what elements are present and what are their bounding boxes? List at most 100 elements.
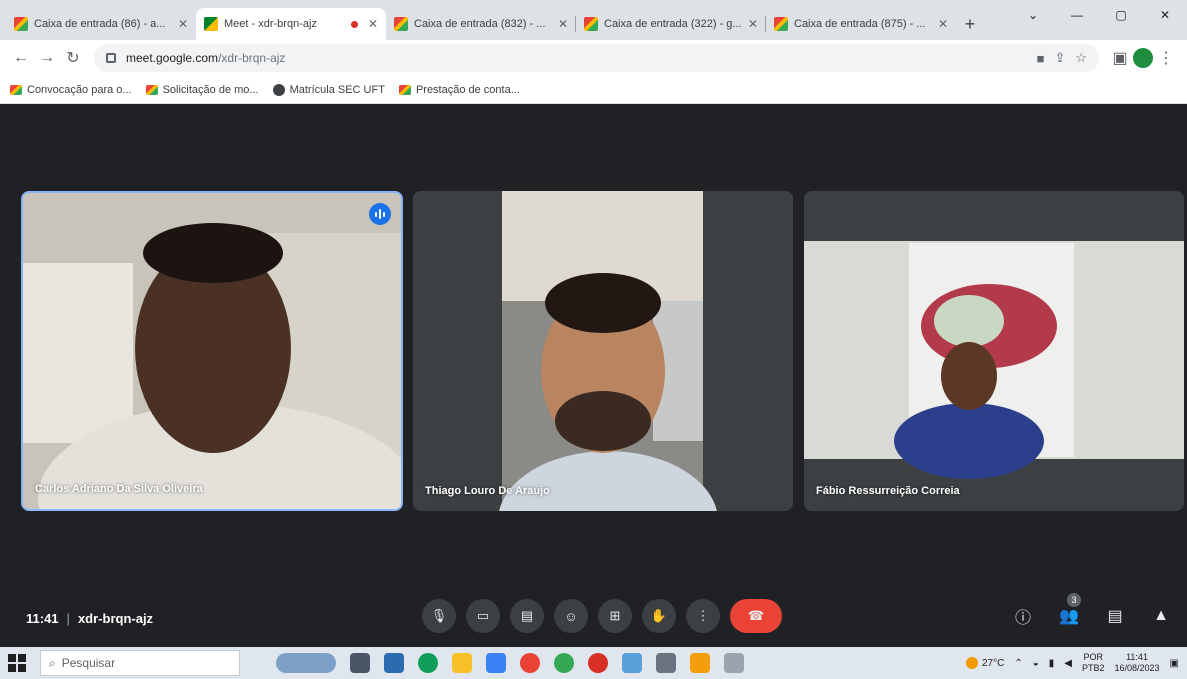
leave-call-button[interactable]: ☎ (730, 599, 782, 633)
close-icon[interactable]: ✕ (558, 17, 568, 31)
meet-icon (204, 17, 218, 31)
side-panel-icon[interactable]: ▣ (1107, 45, 1133, 71)
camera-button[interactable]: ▭ (466, 599, 500, 633)
activities-button[interactable]: ▲ (1149, 599, 1173, 633)
present-button[interactable]: ⊞ (598, 599, 632, 633)
photos-icon[interactable] (622, 653, 642, 673)
battery-icon[interactable]: ▮ (1049, 658, 1055, 669)
reload-icon[interactable]: ↻ (60, 45, 86, 71)
windows-taskbar: ⌕ Pesquisar 27°C ⌃ ◒ ▮ ◀ POR PTB2 11:41 … (0, 647, 1187, 679)
forward-icon[interactable]: → (34, 45, 60, 71)
meeting-time: 11:41 (26, 610, 59, 626)
lock-icon[interactable] (106, 53, 116, 63)
close-icon[interactable]: ✕ (178, 17, 188, 31)
participant-name: Thiago Louro De Araujo (425, 485, 550, 497)
close-icon[interactable]: ✕ (938, 17, 948, 31)
close-window-button[interactable]: ✕ (1143, 0, 1187, 30)
task-view-icon[interactable] (350, 653, 370, 673)
meeting-details-button[interactable]: ⓘ (1011, 599, 1035, 633)
address-bar[interactable]: meet.google.com/xdr-brqn-ajz ■ ⇪ ☆ (94, 44, 1099, 72)
profile-avatar[interactable] (1133, 48, 1153, 68)
notifications-icon[interactable]: ▣ (1170, 658, 1179, 669)
raise-hand-button[interactable]: ✋ (642, 599, 676, 633)
clock[interactable]: 11:41 16/08/2023 (1115, 652, 1160, 674)
microphone-button[interactable]: 🎙 (422, 599, 456, 633)
maximize-button[interactable]: ▢ (1099, 0, 1143, 30)
edge-icon[interactable] (418, 653, 438, 673)
calculator-icon[interactable] (656, 653, 676, 673)
new-tab-button[interactable]: + (956, 8, 984, 40)
tab-gmail-1[interactable]: Caixa de entrada (86) - a... ✕ (6, 8, 196, 40)
tab-label: Caixa de entrada (322) - g... (604, 18, 742, 30)
network-icon[interactable]: ◒ (1033, 658, 1039, 669)
share-icon[interactable]: ⇪ (1054, 50, 1065, 66)
globe-icon (272, 83, 285, 96)
temperature: 27°C (981, 657, 1005, 669)
language-bottom: PTB2 (1081, 663, 1105, 673)
windows-start-icon[interactable] (8, 654, 26, 672)
bookmark-item[interactable]: Prestação de conta... (398, 84, 520, 96)
minimize-button[interactable]: — (1055, 0, 1099, 30)
participant-tile[interactable]: Thiago Louro De Araujo (413, 191, 793, 511)
tab-gmail-2[interactable]: Caixa de entrada (832) - ... ✕ (386, 8, 576, 40)
tab-meet[interactable]: Meet - xdr-brqn-ajz ✕ (196, 8, 386, 40)
chat-button[interactable]: ▤ (1103, 599, 1127, 633)
menu-icon[interactable]: ⋮ (1153, 45, 1179, 71)
clock-date: 16/08/2023 (1114, 663, 1160, 673)
language-indicator[interactable]: POR PTB2 (1082, 652, 1105, 674)
tab-gmail-3[interactable]: Caixa de entrada (322) - g... ✕ (576, 8, 766, 40)
gmail-icon (10, 84, 22, 95)
tab-label: Caixa de entrada (86) - a... (34, 18, 166, 30)
bookmark-item[interactable]: Matrícula SEC UFT (272, 83, 385, 96)
browser-tab-strip: Caixa de entrada (86) - a... ✕ Meet - xd… (0, 0, 1187, 40)
participant-tile[interactable]: Fábio Ressurreição Correia (804, 191, 1184, 511)
people-button[interactable]: 👥 3 (1057, 593, 1081, 633)
info-icon: ⓘ (1014, 610, 1031, 627)
bookmark-item[interactable]: Solicitação de mo... (145, 83, 259, 96)
file-explorer-icon[interactable] (452, 653, 472, 673)
recording-indicator-icon (350, 20, 358, 28)
tab-gmail-4[interactable]: Caixa de entrada (875) - ... ✕ (766, 8, 956, 40)
close-icon[interactable]: ✕ (748, 17, 758, 31)
tab-label: Caixa de entrada (875) - ... (794, 18, 926, 30)
captions-button[interactable]: ▤ (510, 599, 544, 633)
browser-toolbar: ← → ↻ meet.google.com/xdr-brqn-ajz ■ ⇪ ☆… (0, 40, 1187, 76)
app-icon[interactable] (486, 653, 506, 673)
taskbar-search[interactable]: ⌕ Pesquisar (40, 650, 240, 676)
more-vertical-icon: ⋮ (696, 608, 710, 623)
chrome-icon[interactable] (520, 653, 540, 673)
meet-control-bar: 11:41 | xdr-brqn-ajz 🎙 ▭ ▤ ☺ ⊞ ✋ ⋮ ☎ ⓘ 👥 3… (0, 590, 1187, 646)
camera-in-use-icon[interactable]: ■ (1037, 51, 1045, 66)
tab-search-icon[interactable]: ⌄ (1011, 0, 1055, 30)
captions-icon: ▤ (520, 608, 534, 623)
emoji-icon: ☺ (564, 608, 578, 624)
search-icon: ⌕ (49, 655, 56, 670)
camera-icon: ▭ (476, 608, 490, 623)
volume-icon[interactable]: ◀ (1064, 658, 1072, 669)
chrome-profile-icon[interactable] (554, 653, 574, 673)
weather-widget[interactable]: 27°C (965, 657, 1005, 669)
more-options-button[interactable]: ⋮ (686, 599, 720, 633)
bookmark-label: Convocação para o... (27, 83, 132, 96)
store-icon[interactable] (384, 653, 404, 673)
search-placeholder: Pesquisar (61, 656, 116, 670)
back-icon[interactable]: ← (8, 45, 34, 71)
emoji-button[interactable]: ☺ (554, 599, 588, 633)
participant-tile[interactable]: Carlos Adriano Da Silva Oliveira (21, 191, 403, 511)
mail-icon[interactable] (690, 653, 710, 673)
chrome-profile-icon[interactable] (588, 653, 608, 673)
participant-name: Carlos Adriano Da Silva Oliveira (35, 483, 203, 495)
close-icon[interactable]: ✕ (368, 17, 378, 31)
divider: | (66, 610, 70, 626)
bookmark-item[interactable]: Convocação para o... (10, 84, 132, 96)
omnibox-actions: ■ ⇪ ☆ (1037, 50, 1087, 66)
app-icon[interactable] (724, 653, 744, 673)
widgets-icon[interactable] (276, 653, 336, 673)
bookmark-star-icon[interactable]: ☆ (1075, 50, 1087, 66)
meeting-code: xdr-brqn-ajz (77, 610, 154, 626)
chevron-up-icon[interactable]: ⌃ (1014, 658, 1022, 669)
meet-stage: Carlos Adriano Da Silva Oliveira Thiago … (0, 105, 1187, 647)
participant-video (804, 191, 1184, 511)
bookmark-label: Solicitação de mo... (162, 83, 259, 96)
gmail-icon (584, 17, 598, 31)
